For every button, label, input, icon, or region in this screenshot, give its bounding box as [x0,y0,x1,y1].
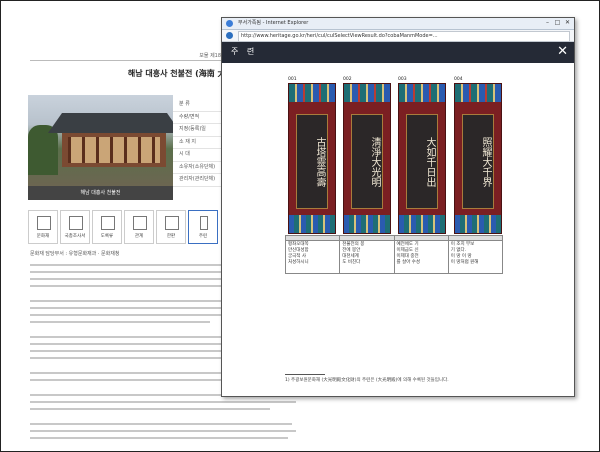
table-cell: 이 조치 부보 기 없다. 이 땅 이 땅 이 땅처럼 원해 [447,240,504,274]
window-close-icon[interactable]: ✕ [563,19,572,27]
text-line [30,430,296,432]
calligraphy-board: 大如千日出 [406,114,438,209]
dancheong-pattern [289,215,335,233]
url-field[interactable]: http://www.heritage.go.kr/heri/cul/culSe… [238,31,570,42]
heritage-icon-button[interactable]: 문화재 [28,210,58,244]
juryeon-popup-window: 부서가족됨 - Internet Explorer – □ ✕ http://w… [221,17,575,397]
heritage-number: 보물 제1807호 [199,53,232,59]
drawings-button[interactable]: 도록류 [92,210,122,244]
juryeon-button[interactable]: 주련 [188,210,218,244]
footnote-divider [285,374,325,375]
dancheong-pattern [455,215,501,233]
dancheong-pattern [344,84,390,102]
window-title: 부서가족됨 - Internet Explorer [238,20,309,26]
report-icon [69,216,83,230]
drawing-icon [101,216,115,230]
dancheong-pattern [289,84,335,102]
signboard-icon [165,216,179,230]
juryeon-panel[interactable]: 古塔靈高壽 [288,83,336,234]
panel-label: 002 [343,77,352,82]
book-icon [133,216,147,230]
window-titlebar[interactable]: 부서가족됨 - Internet Explorer – □ ✕ [222,18,574,30]
panel-label: 004 [454,77,463,82]
translation-table: 평좌오대쪽 만신대성함 궁극적 사 처성하시니 천불전의 봉 전에 봉안 대천세… [284,235,504,274]
hyeonpan-button[interactable]: 한판 [156,210,186,244]
text-line [30,423,292,425]
globe-icon [226,32,233,39]
dancheong-pattern [399,215,445,233]
table-cell: 천불전의 봉 전에 봉안 대천세계 도 비친다 [339,240,395,274]
dancheong-pattern [344,215,390,233]
juryeon-panel[interactable]: 照耀大千界 [454,83,502,234]
document-icon [37,216,51,230]
close-icon[interactable]: ✕ [557,44,568,59]
panel-label: 003 [398,77,407,82]
juryeon-panel[interactable]: 淸淨大光明 [343,83,391,234]
roof-decor [48,113,173,133]
table-cell: 예전에도 기 이제금도 신 이제대 중전 를 살아 수성 [393,240,449,274]
minimize-icon[interactable]: – [543,19,552,27]
survey-report-button[interactable]: 국총조사서 [60,210,90,244]
dancheong-pattern [399,84,445,102]
popup-title: 주 련 [231,47,258,56]
footnote: 1) 주광보원문화재 (大光明殿文化財)의 주련은 (大光明殿)에 의해 수록된… [285,378,449,383]
browser-icon [226,20,233,27]
related-button[interactable]: 관계 [124,210,154,244]
panel-label: 001 [288,77,297,82]
pillar-icon [200,216,208,230]
calligraphy-board: 照耀大千界 [462,114,494,209]
text-line [30,285,230,287]
photo-caption: 해남 대흥사 천불전 [28,186,173,200]
table-row: 평좌오대쪽 만신대성함 궁극적 사 처성하시니 천불전의 봉 전에 봉안 대천세… [284,240,504,274]
popup-header: 주 련 ✕ [222,42,574,63]
address-bar: http://www.heritage.go.kr/heri/cul/culSe… [222,30,574,42]
text-line [30,401,296,403]
dancheong-pattern [455,84,501,102]
building-columns-decor [68,137,160,163]
heritage-photo[interactable] [28,95,173,193]
text-line [30,321,210,323]
department-line: 문화재 담당부서 : 유형문화재과 · 문화재청 [30,251,120,257]
text-line [30,437,288,439]
juryeon-panel[interactable]: 大如千日出 [398,83,446,234]
text-line [30,408,270,410]
maximize-icon[interactable]: □ [553,19,562,27]
calligraphy-board: 淸淨大光明 [351,114,383,209]
calligraphy-board: 古塔靈高壽 [296,114,328,209]
text-line [30,357,250,359]
table-cell: 평좌오대쪽 만신대성함 궁극적 사 처성하시니 [284,240,341,274]
